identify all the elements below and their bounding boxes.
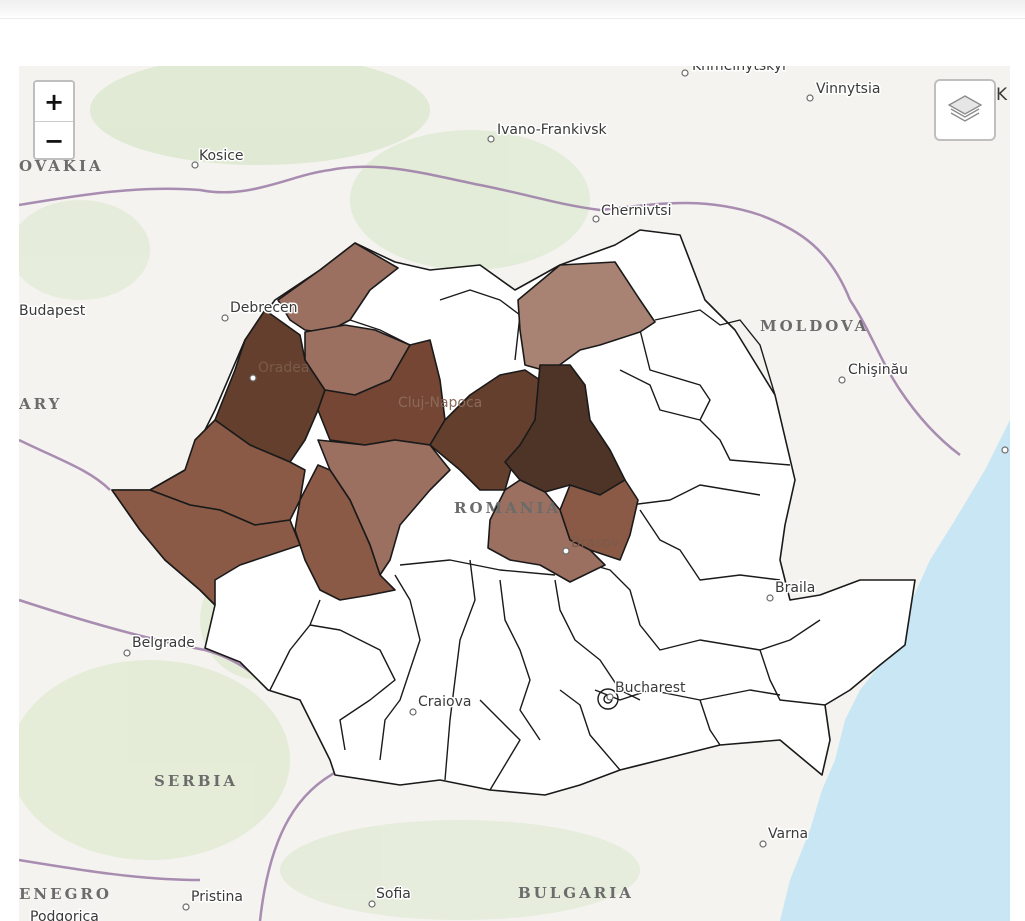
city-label: Pristina [191, 889, 243, 905]
country-label: BULGARIA [518, 884, 634, 902]
city-label: Craiova [418, 694, 471, 710]
layers-icon [947, 95, 983, 122]
city-label: Khmelnytskyi [692, 66, 786, 74]
zoom-out-button[interactable]: − [35, 121, 73, 158]
city-label: Kosice [199, 148, 244, 164]
city-label: Belgrade [132, 635, 195, 651]
city-label: Ivano-Frankivsk [497, 122, 608, 138]
country-label: MOLDOVA [760, 317, 869, 335]
country-label: ENEGRO [19, 885, 112, 903]
page-top-bar [0, 0, 1025, 19]
zoom-control: + − [33, 80, 75, 160]
city-label: Braila [775, 580, 815, 596]
city-label: Cluj-Napoca [398, 395, 482, 411]
city-label: Debrecen [230, 300, 298, 316]
city-label: Varna [768, 826, 808, 842]
city-label: Oradea [258, 360, 309, 376]
country-label: SERBIA [154, 772, 238, 790]
choropleth-map[interactable]: Khmelnytskyi Vinnytsia Ivano-Frankivsk K… [19, 66, 1010, 921]
map-canvas[interactable]: Khmelnytskyi Vinnytsia Ivano-Frankivsk K… [19, 66, 1010, 921]
city-label: Sofia [376, 886, 411, 902]
city-label: Bucharest [615, 680, 686, 696]
city-label: Podgorica [30, 909, 99, 921]
layers-control-button[interactable] [934, 79, 996, 141]
city-label: Budapest [19, 303, 86, 319]
city-label: Chişinău [848, 362, 908, 378]
edge-label: K [996, 85, 1008, 105]
city-label: Vinnytsia [816, 81, 880, 97]
city-label: Chernivtsi [601, 203, 672, 219]
country-label: ROMANIA [454, 499, 561, 517]
zoom-in-button[interactable]: + [35, 82, 73, 121]
city-label: Brasov [571, 535, 619, 551]
country-label: ARY [19, 395, 62, 413]
